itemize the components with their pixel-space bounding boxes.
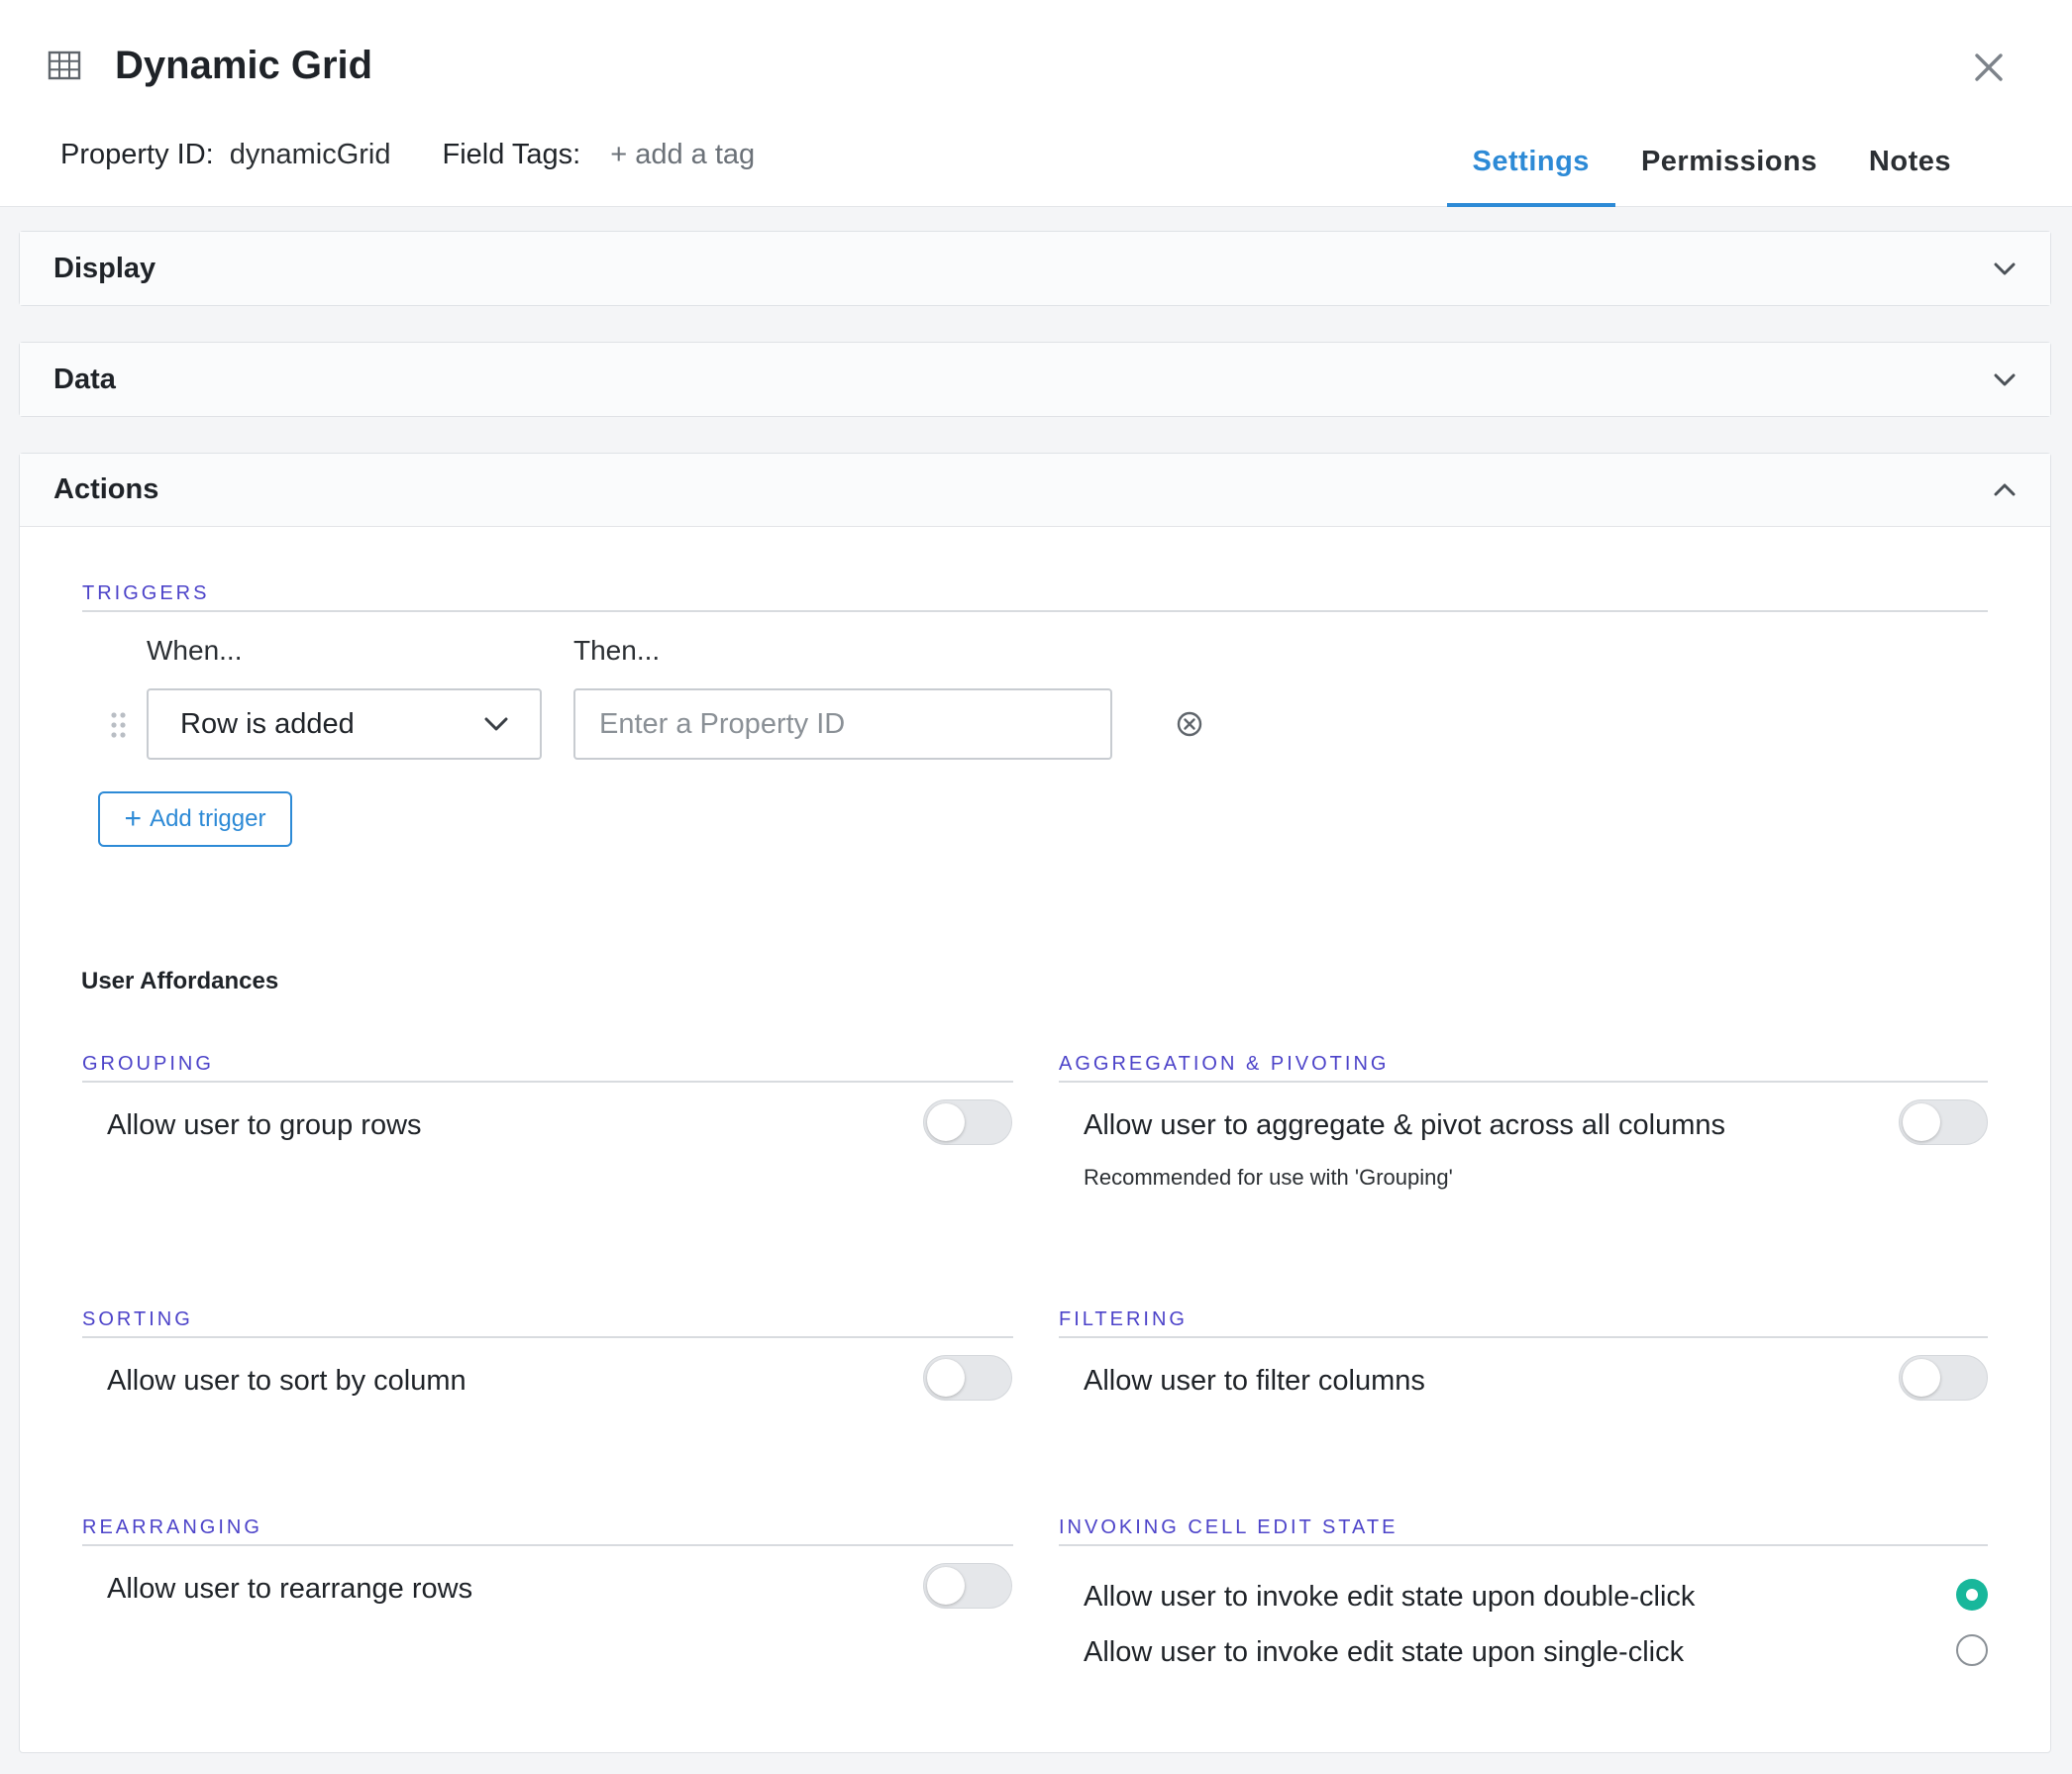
rearranging-label: REARRANGING xyxy=(82,1516,262,1538)
rearranging-divider xyxy=(82,1544,1013,1546)
grid-icon xyxy=(48,51,81,80)
display-section-header[interactable]: Display xyxy=(20,232,2050,305)
group-rows-option-label: Allow user to group rows xyxy=(107,1109,422,1141)
tab-permissions[interactable]: Permissions xyxy=(1615,129,1843,207)
group-rows-toggle[interactable] xyxy=(923,1099,1012,1145)
then-label: Then... xyxy=(573,635,661,666)
add-tag-link[interactable]: + add a tag xyxy=(610,139,755,171)
remove-circle-icon xyxy=(1177,711,1202,737)
cell-edit-divider xyxy=(1059,1544,1988,1546)
sort-column-option-label: Allow user to sort by column xyxy=(107,1365,466,1397)
rearrange-rows-toggle[interactable] xyxy=(923,1563,1012,1609)
display-section-title: Display xyxy=(53,252,156,284)
chevron-down-icon xyxy=(484,717,508,731)
data-section-title: Data xyxy=(53,363,116,395)
filter-columns-option-label: Allow user to filter columns xyxy=(1084,1365,1425,1397)
aggregate-pivot-note: Recommended for use with 'Grouping' xyxy=(1084,1165,1453,1190)
user-affordances-title: User Affordances xyxy=(81,968,279,994)
aggregation-divider xyxy=(1059,1081,1988,1083)
filtering-label: FILTERING xyxy=(1059,1308,1188,1330)
filter-columns-toggle[interactable] xyxy=(1899,1355,1988,1401)
data-section-header[interactable]: Data xyxy=(20,343,2050,416)
property-id-value: dynamicGrid xyxy=(229,139,391,170)
drag-handle-icon[interactable] xyxy=(109,710,129,740)
aggregation-label: AGGREGATION & PIVOTING xyxy=(1059,1053,1390,1075)
plus-icon: + xyxy=(124,802,143,835)
close-button[interactable] xyxy=(1969,48,2009,87)
double-click-option-label: Allow user to invoke edit state upon dou… xyxy=(1084,1581,1696,1613)
actions-section-header[interactable]: Actions xyxy=(20,454,2050,527)
single-click-radio[interactable] xyxy=(1956,1634,1988,1666)
remove-trigger-button[interactable] xyxy=(1170,704,1209,744)
tab-bar: Settings Permissions Notes xyxy=(1446,129,1977,207)
actions-section: Actions TRIGGERS When... Then... Row is … xyxy=(19,453,2051,1753)
single-click-option-label: Allow user to invoke edit state upon sin… xyxy=(1084,1636,1685,1668)
title-row: Dynamic Grid xyxy=(48,38,372,93)
modal-header: Dynamic Grid Property ID: dynamicGrid Fi… xyxy=(0,0,2072,207)
grouping-divider xyxy=(82,1081,1013,1083)
rearrange-rows-option-label: Allow user to rearrange rows xyxy=(107,1573,473,1605)
tab-settings[interactable]: Settings xyxy=(1446,129,1616,207)
double-click-radio[interactable] xyxy=(1956,1579,1988,1611)
trigger-when-value: Row is added xyxy=(180,707,355,740)
meta-row: Property ID: dynamicGrid Field Tags: + a… xyxy=(60,139,755,171)
property-id-label: Property ID: xyxy=(60,139,214,170)
triggers-divider xyxy=(82,610,1988,612)
actions-section-title: Actions xyxy=(53,473,159,505)
dynamic-grid-settings-modal: Dynamic Grid Property ID: dynamicGrid Fi… xyxy=(0,0,2072,1774)
sort-column-toggle[interactable] xyxy=(923,1355,1012,1401)
trigger-then-input[interactable] xyxy=(573,688,1112,760)
display-section: Display xyxy=(19,231,2051,306)
aggregate-pivot-toggle[interactable] xyxy=(1899,1099,1988,1145)
when-label: When... xyxy=(147,635,243,666)
filtering-divider xyxy=(1059,1336,1988,1338)
add-trigger-button[interactable]: + Add trigger xyxy=(98,791,292,847)
data-section: Data xyxy=(19,342,2051,417)
grouping-label: GROUPING xyxy=(82,1053,214,1075)
field-tags-label: Field Tags: xyxy=(442,139,581,170)
close-icon xyxy=(1975,53,2003,81)
sorting-label: SORTING xyxy=(82,1308,193,1330)
add-trigger-label: Add trigger xyxy=(150,805,266,832)
cell-edit-label: INVOKING CELL EDIT STATE xyxy=(1059,1516,1399,1538)
chevron-up-icon xyxy=(1994,483,2016,495)
modal-title: Dynamic Grid xyxy=(115,43,373,87)
trigger-when-select[interactable]: Row is added xyxy=(147,688,542,760)
triggers-label: TRIGGERS xyxy=(82,582,210,604)
aggregate-pivot-option-label: Allow user to aggregate & pivot across a… xyxy=(1084,1109,1725,1141)
chevron-down-icon xyxy=(1994,262,2016,275)
tab-notes[interactable]: Notes xyxy=(1843,129,1977,207)
sorting-divider xyxy=(82,1336,1013,1338)
chevron-down-icon xyxy=(1994,373,2016,386)
